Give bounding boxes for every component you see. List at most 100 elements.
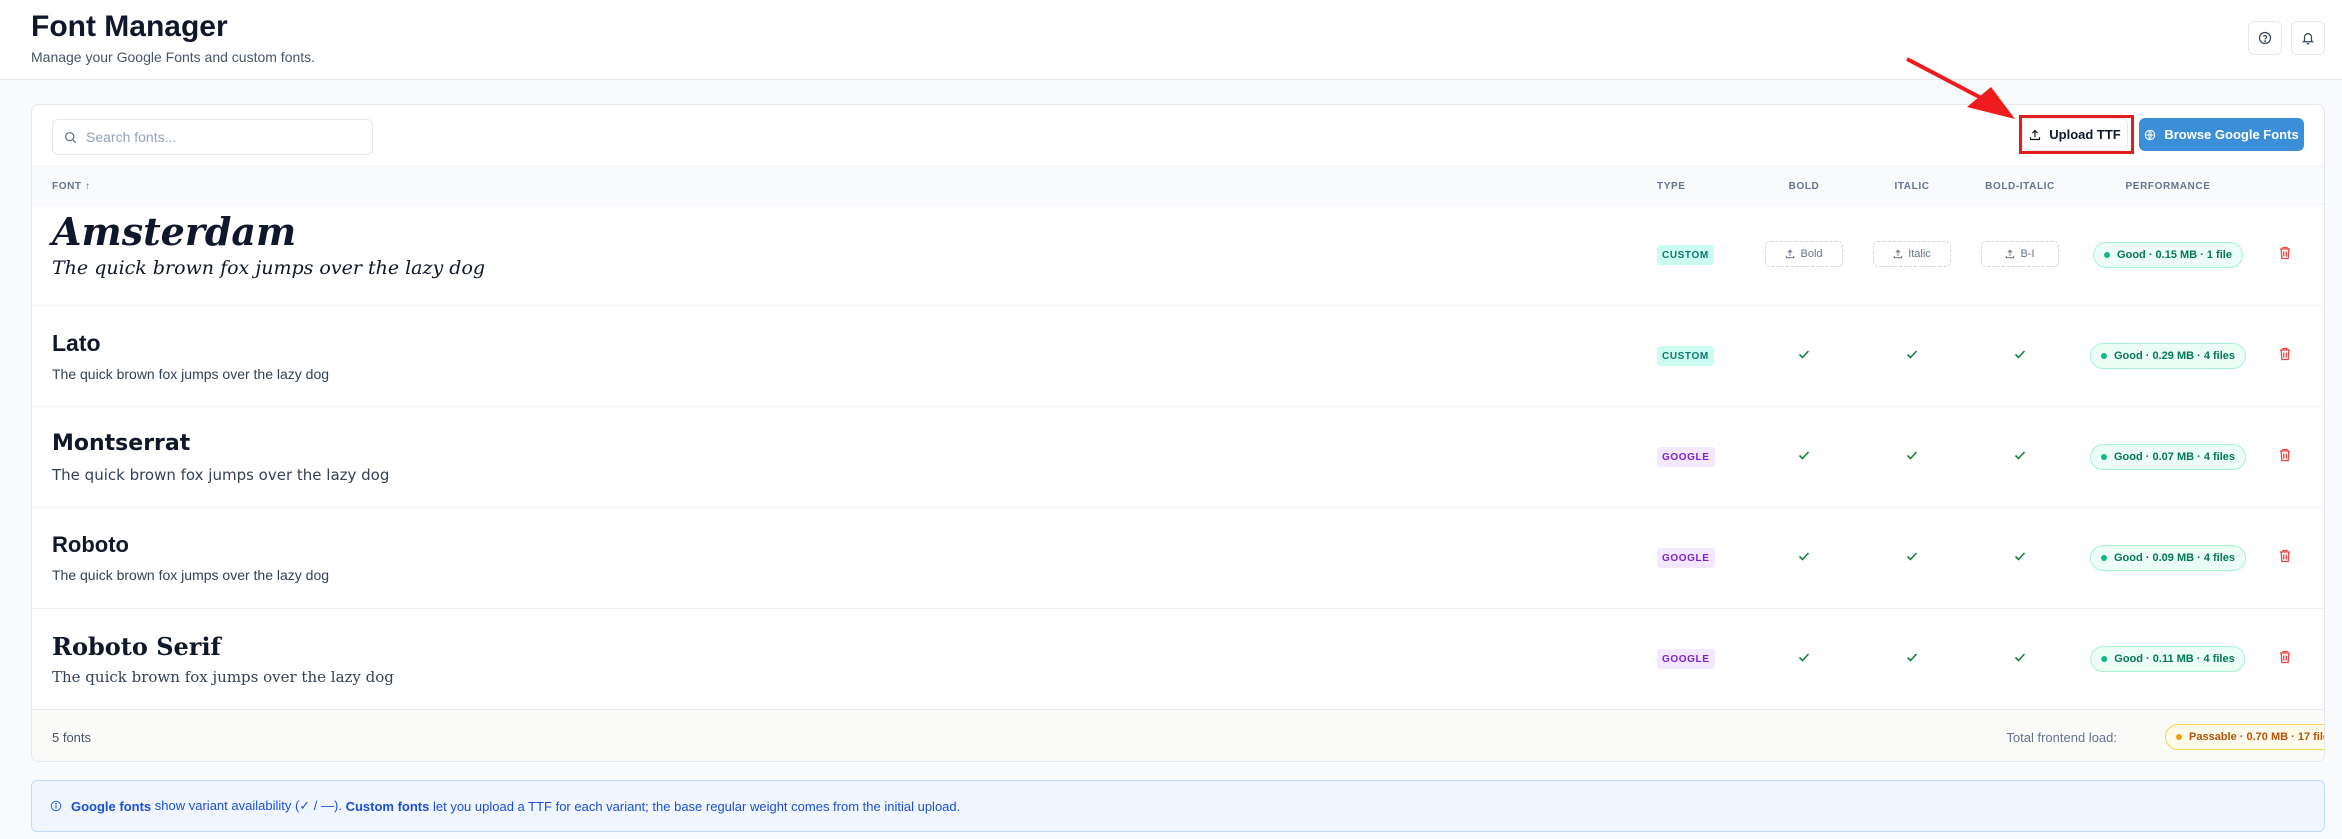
italic-available-check bbox=[1904, 447, 1920, 463]
info-icon bbox=[50, 800, 62, 812]
performance-badge: Good · 0.15 MB · 1 file bbox=[2093, 242, 2243, 268]
performance-text: Good · 0.09 MB · 4 files bbox=[2113, 552, 2236, 564]
check-icon bbox=[2014, 552, 2026, 561]
info-google-fonts: Google fonts bbox=[71, 798, 152, 814]
delete-button[interactable] bbox=[2277, 346, 2293, 362]
bold-available-check bbox=[1796, 649, 1812, 665]
font-sample: The quick brown fox jumps over the lazy … bbox=[52, 567, 330, 583]
font-name: Roboto bbox=[52, 532, 129, 557]
font-sample: The quick brown fox jumps over the lazy … bbox=[52, 466, 390, 484]
type-badge: GOOGLE bbox=[1657, 649, 1715, 669]
type-badge: GOOGLE bbox=[1657, 447, 1715, 467]
upload-bold-label: Bold bbox=[1800, 248, 1823, 260]
column-header-bold: BOLD bbox=[1788, 181, 1820, 192]
column-header-font[interactable]: FONT ↑ bbox=[52, 181, 91, 192]
font-name: Roboto Serif bbox=[52, 632, 221, 661]
search-box[interactable] bbox=[52, 119, 373, 155]
table-row: Montserrat The quick brown fox jumps ove… bbox=[32, 407, 2324, 508]
info-text-1: show variant availability (✓ / —). bbox=[151, 798, 346, 813]
check-icon bbox=[1906, 451, 1918, 460]
upload-ttf-label: Upload TTF bbox=[2049, 127, 2121, 142]
column-header-performance: PERFORMANCE bbox=[2125, 181, 2211, 192]
search-input[interactable] bbox=[86, 129, 356, 145]
performance-badge: Good · 0.29 MB · 4 files bbox=[2089, 343, 2247, 369]
performance-badge: Good · 0.11 MB · 4 files bbox=[2090, 646, 2246, 672]
upload-ttf-button[interactable]: Upload TTF bbox=[2022, 118, 2128, 151]
trash-icon bbox=[2280, 246, 2290, 260]
delete-button[interactable] bbox=[2277, 447, 2293, 463]
status-dot bbox=[2100, 555, 2107, 561]
trash-icon bbox=[2280, 549, 2290, 563]
bold-italic-available-check bbox=[2012, 649, 2028, 665]
status-dot bbox=[2101, 656, 2108, 662]
font-name: Amsterdam bbox=[52, 209, 297, 254]
upload-icon bbox=[1893, 249, 1903, 259]
type-badge: GOOGLE bbox=[1657, 548, 1715, 568]
upload-bold-button[interactable]: Bold bbox=[1765, 241, 1843, 267]
total-load-badge: Passable · 0.70 MB · 17 files bbox=[2165, 724, 2325, 750]
upload-italic-label: Italic bbox=[1908, 248, 1931, 260]
upload-bold-italic-label: B-I bbox=[2020, 248, 2035, 260]
check-icon bbox=[2014, 451, 2026, 460]
status-dot bbox=[2104, 252, 2111, 258]
fonts-card: Upload TTF Browse Google Fonts FONT ↑ TY… bbox=[31, 104, 2325, 762]
performance-badge: Good · 0.07 MB · 4 files bbox=[2089, 444, 2247, 470]
upload-icon bbox=[2006, 249, 2015, 259]
help-button[interactable] bbox=[2248, 21, 2282, 55]
status-dot bbox=[2100, 353, 2107, 359]
table-row: Amsterdam The quick brown fox jumps over… bbox=[32, 205, 2324, 306]
question-circle-icon bbox=[2258, 31, 2272, 45]
bell-icon bbox=[2302, 33, 2314, 45]
font-sample: The quick brown fox jumps over the lazy … bbox=[52, 366, 330, 382]
upload-bold-italic-button[interactable]: B-I bbox=[1981, 241, 2059, 267]
globe-icon bbox=[2145, 129, 2156, 140]
font-sample: The quick brown fox jumps over the lazy … bbox=[52, 668, 394, 686]
column-header-type: TYPE bbox=[1657, 181, 1686, 192]
bold-available-check bbox=[1796, 447, 1812, 463]
info-banner: Google fonts show variant availability (… bbox=[31, 780, 2325, 832]
column-header-bold-italic: BOLD-ITALIC bbox=[1985, 181, 2055, 192]
table-footer: 5 fonts Total frontend load: Passable · … bbox=[32, 710, 2325, 761]
status-dot bbox=[2100, 454, 2107, 460]
font-name: Montserrat bbox=[52, 431, 191, 456]
font-sample: The quick brown fox jumps over the lazy … bbox=[52, 257, 486, 279]
status-dot bbox=[2176, 734, 2182, 740]
table-header: FONT ↑ TYPE BOLD ITALIC BOLD-ITALIC PERF… bbox=[32, 166, 2324, 205]
delete-button[interactable] bbox=[2277, 245, 2293, 261]
delete-button[interactable] bbox=[2277, 649, 2293, 665]
performance-badge: Good · 0.09 MB · 4 files bbox=[2089, 545, 2247, 571]
info-text-2: let you upload a TTF for each variant; t… bbox=[429, 798, 961, 814]
check-icon bbox=[1798, 552, 1810, 561]
table-row: Roboto The quick brown fox jumps over th… bbox=[32, 508, 2324, 609]
bold-italic-available-check bbox=[2012, 548, 2028, 564]
bold-italic-available-check bbox=[2012, 346, 2028, 362]
upload-icon bbox=[2030, 129, 2041, 140]
trash-icon bbox=[2280, 347, 2290, 361]
upload-italic-button[interactable]: Italic bbox=[1873, 241, 1951, 267]
type-badge: CUSTOM bbox=[1657, 346, 1714, 366]
browse-google-fonts-label: Browse Google Fonts bbox=[2164, 127, 2299, 142]
italic-available-check bbox=[1904, 346, 1920, 362]
table-row: Lato The quick brown fox jumps over the … bbox=[32, 306, 2324, 407]
check-icon bbox=[1798, 451, 1810, 460]
total-load-text: Passable · 0.70 MB · 17 files bbox=[2189, 731, 2325, 743]
info-custom-fonts: Custom fonts bbox=[345, 798, 430, 814]
delete-button[interactable] bbox=[2277, 548, 2293, 564]
page-subtitle: Manage your Google Fonts and custom font… bbox=[31, 49, 316, 65]
check-icon bbox=[1906, 552, 1918, 561]
check-icon bbox=[1798, 653, 1810, 662]
italic-available-check bbox=[1904, 649, 1920, 665]
italic-available-check bbox=[1904, 548, 1920, 564]
total-load-label: Total frontend load: bbox=[2006, 730, 2117, 745]
bold-available-check bbox=[1796, 346, 1812, 362]
check-icon bbox=[1798, 350, 1810, 359]
check-icon bbox=[2014, 653, 2026, 662]
notifications-button[interactable] bbox=[2291, 21, 2325, 55]
trash-icon bbox=[2280, 448, 2290, 462]
browse-google-fonts-button[interactable]: Browse Google Fonts bbox=[2139, 118, 2304, 151]
upload-icon bbox=[1786, 249, 1795, 259]
bold-italic-available-check bbox=[2012, 447, 2028, 463]
trash-icon bbox=[2280, 650, 2290, 664]
check-icon bbox=[1906, 653, 1918, 662]
bold-available-check bbox=[1796, 548, 1812, 564]
